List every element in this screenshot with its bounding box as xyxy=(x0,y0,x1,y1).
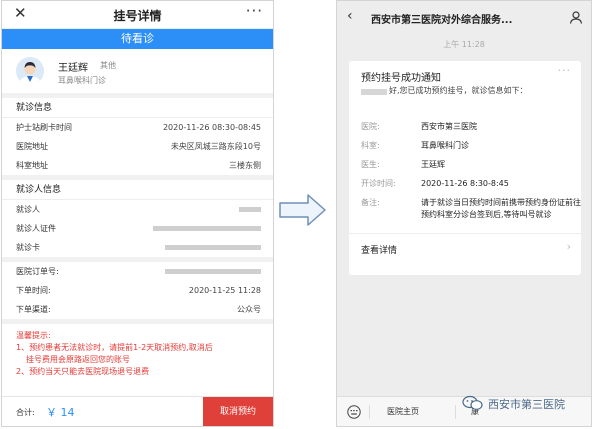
section-title: 就诊人信息 xyxy=(2,180,273,200)
row-label: 医院地址 xyxy=(16,142,48,151)
registration-detail-screen: ✕ 挂号详情 ··· 待看诊 王廷辉 其他 耳鼻喉科门诊 就诊信息 护士站刷卡时… xyxy=(1,0,274,427)
nav-bar: ✕ 挂号详情 ··· xyxy=(2,1,273,29)
row-label: 科室: xyxy=(361,141,380,150)
info-row: 医院订单号: xyxy=(2,262,273,281)
row-label: 医院: xyxy=(361,122,380,131)
row-value: 未央区凤城三路东段10号 xyxy=(170,142,261,151)
tips-title: 温馨提示: xyxy=(16,331,51,340)
row-label: 就诊人 xyxy=(16,205,40,214)
cancel-appointment-button[interactable]: 取消预约 xyxy=(203,397,273,426)
info-row: 护士站刷卡时间 2020-11-26 08:30-08:45 xyxy=(2,118,273,137)
tip-line: 2、预约当天只能去医院现场退号退费 xyxy=(16,367,150,376)
user-icon[interactable] xyxy=(569,10,583,24)
wechat-logo-icon xyxy=(462,395,483,410)
view-details-link[interactable]: 查看详情 xyxy=(361,243,397,256)
info-row: 医院地址 未央区凤城三路东段10号 xyxy=(2,137,273,156)
patient-info-section: 就诊人信息 就诊人 就诊人证件 就诊卡 xyxy=(2,180,273,257)
row-label: 医院订单号: xyxy=(16,267,59,276)
info-row: 就诊人证件 xyxy=(2,219,273,238)
doctor-tag: 其他 xyxy=(100,61,116,70)
notification-card[interactable]: 预约挂号成功通知 ··· 好,您已成功预约挂号，就诊信息如下： 医院: 西安市第… xyxy=(349,61,581,275)
doctor-card: 王廷辉 其他 耳鼻喉科门诊 xyxy=(2,49,273,93)
row-value: 2020-11-26 8:30-8:45 xyxy=(421,179,509,188)
row-value: 公众号 xyxy=(237,305,261,314)
row-value: 三楼东侧 xyxy=(229,161,261,170)
row-value: 2020-11-25 11:28 xyxy=(188,286,261,295)
masked-value xyxy=(165,269,261,274)
row-value: 请于就诊当日预约时间前携带预约身份证前往预约科室分诊台签到后,等待叫号就诊 xyxy=(421,198,581,219)
chat-nav-bar: ‹ 西安市第三医院对外综合服务... xyxy=(337,1,591,35)
visit-info-section: 就诊信息 护士站刷卡时间 2020-11-26 08:30-08:45 医院地址… xyxy=(2,98,273,175)
row-label: 下单时间: xyxy=(16,286,51,295)
doctor-department: 耳鼻喉科门诊 xyxy=(58,76,106,85)
row-label: 开诊时间: xyxy=(361,179,396,188)
doctor-name: 王廷辉 xyxy=(58,63,88,74)
info-row: 下单渠道: 公众号 xyxy=(2,300,273,319)
total-amount: ￥ 14 xyxy=(46,406,75,419)
footer-bar: 合计: ￥ 14 取消预约 xyxy=(2,396,273,426)
back-icon[interactable]: ‹ xyxy=(347,8,353,24)
section-title: 就诊信息 xyxy=(2,98,273,118)
tip-line: 挂号费用会原路返回您的账号 xyxy=(26,355,130,364)
info-row: 就诊人 xyxy=(2,200,273,219)
row-value: 2020-11-26 08:30-08:45 xyxy=(162,123,261,132)
wechat-chat-screen: ‹ 西安市第三医院对外综合服务... 上午 11:28 预约挂号成功通知 ···… xyxy=(336,0,592,427)
info-row: 就诊卡 xyxy=(2,238,273,257)
chat-title: 西安市第三医院对外综合服务... xyxy=(371,15,513,26)
masked-name xyxy=(361,89,387,95)
message-time: 上午 11:28 xyxy=(443,40,485,49)
row-label: 医生: xyxy=(361,160,380,169)
status-banner: 待看诊 xyxy=(2,29,273,49)
chevron-right-icon: › xyxy=(566,240,571,253)
keyboard-icon[interactable] xyxy=(347,405,361,419)
order-info-section: 医院订单号: 下单时间: 2020-11-25 11:28 下单渠道: 公众号 xyxy=(2,262,273,319)
card-greeting: 好,您已成功预约挂号，就诊信息如下： xyxy=(389,86,528,95)
masked-value xyxy=(239,207,261,212)
masked-value xyxy=(153,226,261,231)
more-icon[interactable]: ··· xyxy=(558,64,572,77)
more-icon[interactable]: ··· xyxy=(246,2,263,20)
row-value: 西安市第三医院 xyxy=(421,122,477,131)
row-label: 就诊人证件 xyxy=(16,224,56,233)
info-row: 科室地址 三楼东侧 xyxy=(2,156,273,175)
row-label: 就诊卡 xyxy=(16,243,40,252)
info-row: 下单时间: 2020-11-25 11:28 xyxy=(2,281,273,300)
row-value: 王廷辉 xyxy=(421,160,445,169)
masked-value xyxy=(165,245,261,250)
row-label: 备注: xyxy=(361,198,380,207)
total-label: 合计: xyxy=(16,408,35,417)
row-label: 下单渠道: xyxy=(16,305,51,314)
page-title: 挂号详情 xyxy=(113,9,162,23)
watermark-text: 西安市第三医院 xyxy=(488,398,565,411)
tip-line: 1、预约患者无法就诊时，请提前1-2天取消预约,取消后 xyxy=(16,343,213,352)
watermark: 西安市第三医院 xyxy=(462,395,565,415)
menu-separator xyxy=(455,405,456,419)
right-arrow-icon xyxy=(279,194,326,226)
doctor-avatar xyxy=(16,57,44,85)
tips-section: 温馨提示: 1、预约患者无法就诊时，请提前1-2天取消预约,取消后 挂号费用会原… xyxy=(2,324,273,399)
card-title: 预约挂号成功通知 xyxy=(361,73,441,84)
divider xyxy=(349,233,581,234)
row-label: 科室地址 xyxy=(16,161,48,170)
menu-separator xyxy=(369,405,370,419)
menu-hospital-home[interactable]: 医院主页 xyxy=(387,406,419,417)
row-value: 耳鼻喉科门诊 xyxy=(421,141,469,150)
row-label: 护士站刷卡时间 xyxy=(16,123,72,132)
